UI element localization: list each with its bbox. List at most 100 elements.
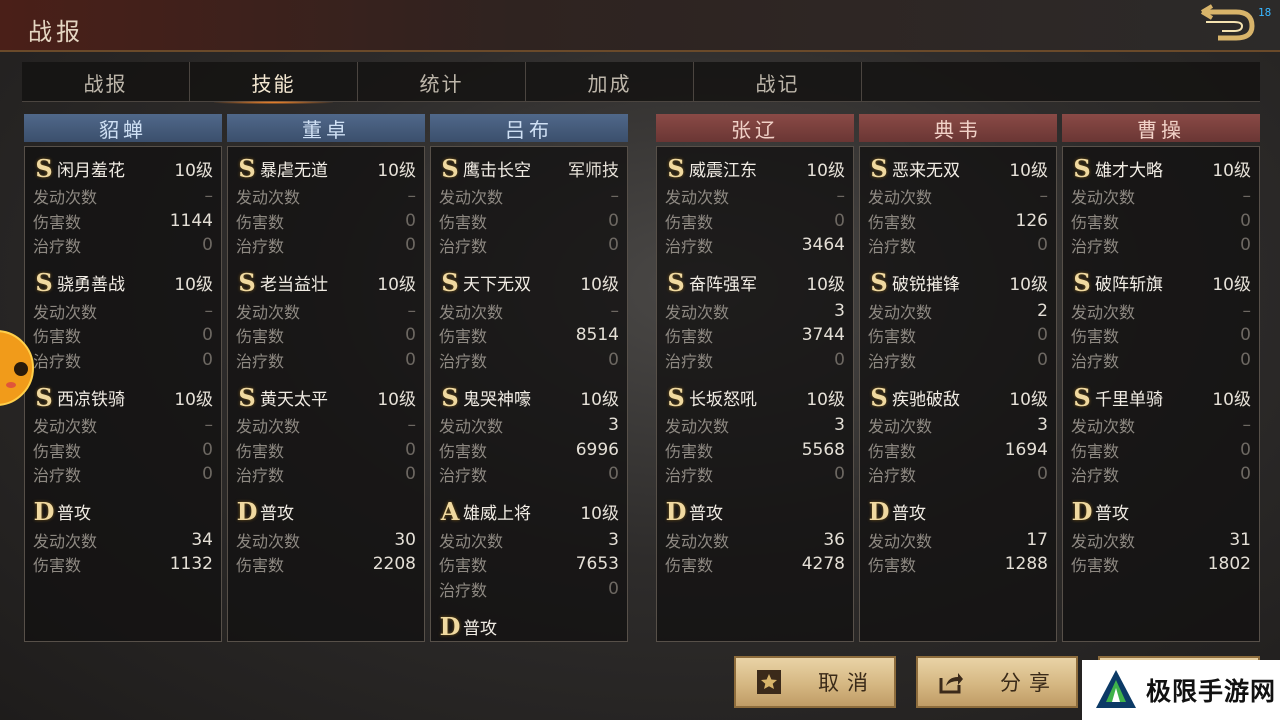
stat-label: 治疗数 (1071, 237, 1120, 257)
skill-header[interactable]: A 雄威上将 10级 (439, 497, 619, 527)
stat-row-damage: 伤害数 1802 (1071, 552, 1251, 577)
skill-header[interactable]: S 千里单骑 10级 (1071, 382, 1251, 412)
skill-header[interactable]: S 雄才大略 10级 (1071, 153, 1251, 183)
skill-name: 闲月羞花 (57, 160, 125, 181)
stat-value: – (1039, 186, 1049, 207)
stat-label: 发动次数 (1071, 188, 1136, 208)
tab-bonus[interactable]: 加成 (526, 62, 694, 102)
cancel-button[interactable]: 取消 (734, 656, 896, 708)
stat-row-count: 发动次数 3 (439, 528, 619, 553)
skill-grade-badge: S (441, 153, 459, 183)
stat-label: 发动次数 (1071, 417, 1136, 437)
skill-header[interactable]: S 长坂怒吼 10级 (665, 382, 845, 412)
skill-level: 10级 (377, 389, 416, 410)
stat-label: 发动次数 (1071, 531, 1136, 551)
stat-value: 1144 (169, 210, 213, 231)
stat-value: 0 (1240, 235, 1251, 256)
skill-header[interactable]: D 普攻 (1071, 497, 1251, 527)
stat-label: 治疗数 (665, 237, 714, 257)
stat-row-heal: 治疗数 0 (665, 348, 845, 373)
fps-counter: 18 (1258, 6, 1272, 19)
skill-header[interactable]: S 暴虐无道 10级 (236, 153, 416, 183)
skill-header[interactable]: S 闲月羞花 10级 (33, 153, 213, 183)
stat-value: – (610, 300, 620, 321)
stat-label: 治疗数 (236, 237, 285, 257)
stat-row-count: 发动次数 – (439, 299, 619, 324)
share-icon (936, 667, 966, 697)
stat-row-count: 发动次数 3 (665, 413, 845, 438)
general-column: 吕布 S 鹰击长空 军师技 发动次数 – 伤害数 0 治疗数 0 S 天下无双 10级 发动次数 – 伤害数 8… (430, 114, 628, 644)
skill-grade-badge: S (238, 153, 256, 183)
stat-label: 发动次数 (33, 302, 98, 322)
skill-name: 天下无双 (463, 275, 531, 295)
stat-row-count: 发动次数 – (439, 184, 619, 209)
stat-row-count: 发动次数 – (1071, 413, 1251, 438)
stat-label: 伤害数 (665, 556, 714, 576)
skill-header[interactable]: S 黄天太平 10级 (236, 382, 416, 412)
stat-value: 0 (608, 349, 619, 370)
stat-value: 0 (405, 349, 416, 370)
watermark-text: 极限手游网 (1146, 677, 1277, 706)
skill-header[interactable]: D 普攻 (33, 497, 213, 527)
stat-row-count: 发动次数 30 (236, 528, 416, 553)
stat-value: 7653 (575, 554, 619, 575)
skill-header[interactable]: D 普攻 (236, 497, 416, 527)
stat-value: 0 (1240, 349, 1251, 370)
tab-statistics[interactable]: 统计 (358, 62, 526, 102)
skill-header[interactable]: D 普攻 (665, 497, 845, 527)
skill-grade-badge: S (870, 268, 888, 297)
stat-value: 5568 (801, 439, 845, 460)
back-button[interactable] (1196, 4, 1258, 44)
skill-grade-badge: S (667, 382, 685, 412)
skill-list: S 鹰击长空 军师技 发动次数 – 伤害数 0 治疗数 0 S 天下无双 10级 发动次数 – 伤害数 851… (430, 146, 628, 642)
skill-header[interactable]: S 鬼哭神嚎 10级 (439, 382, 619, 412)
stat-row-count: 发动次数 31 (1071, 528, 1251, 553)
stat-label: 发动次数 (665, 531, 730, 551)
stat-label: 发动次数 (439, 302, 504, 322)
skill-header[interactable]: S 老当益壮 10级 (236, 268, 416, 298)
stat-label: 治疗数 (439, 237, 488, 257)
stat-label: 发动次数 (439, 188, 504, 208)
skill-name: 老当益壮 (260, 275, 328, 295)
tab-skills[interactable]: 技能 (190, 62, 358, 104)
skill-header[interactable]: S 鹰击长空 军师技 (439, 153, 619, 183)
stat-label: 伤害数 (868, 556, 917, 576)
stat-label: 伤害数 (236, 556, 285, 576)
stat-label: 伤害数 (33, 441, 82, 461)
tab-battle-log[interactable]: 战记 (694, 62, 862, 102)
skill-level: 10级 (1009, 160, 1048, 181)
stat-label: 伤害数 (868, 327, 917, 347)
stat-label: 治疗数 (868, 466, 917, 486)
stat-value: 126 (1015, 210, 1048, 231)
skill-header[interactable]: D 普攻 (868, 497, 1048, 527)
stat-label: 伤害数 (236, 212, 285, 232)
skill-header[interactable]: S 疾驰破敌 10级 (868, 382, 1048, 412)
stat-label: 治疗数 (439, 466, 488, 486)
general-column: 曹操 S 雄才大略 10级 发动次数 – 伤害数 0 治疗数 0 S 破阵斩旗 10级 发动次数 – 伤害数 0… (1062, 114, 1260, 644)
skill-header[interactable]: D 普攻 (439, 611, 619, 641)
skill-grade-badge: S (870, 153, 888, 183)
general-column: 张辽 S 威震江东 10级 发动次数 – 伤害数 0 治疗数 3464 S 奋阵强军 10级 发动次数 3 伤… (656, 114, 854, 644)
share-button[interactable]: 分享 (916, 656, 1078, 708)
skill-name: 普攻 (892, 504, 926, 524)
stat-value: 3 (608, 415, 619, 436)
stat-row-heal: 治疗数 0 (868, 462, 1048, 487)
skill-header[interactable]: S 破阵斩旗 10级 (1071, 268, 1251, 298)
skill-grade-badge: D (439, 611, 461, 641)
tab-report[interactable]: 战报 (22, 62, 190, 102)
cancel-label: 取消 (818, 671, 876, 695)
skill-header[interactable]: S 破锐摧锋 10级 (868, 268, 1048, 298)
skill-header[interactable]: S 恶来无双 10级 (868, 153, 1048, 183)
stat-label: 伤害数 (868, 212, 917, 232)
skill-name: 普攻 (689, 504, 723, 524)
stat-row-damage: 伤害数 1288 (868, 552, 1048, 577)
stat-value: 2208 (372, 554, 416, 575)
skill-header[interactable]: S 骁勇善战 10级 (33, 268, 213, 298)
skill-header[interactable]: S 西凉铁骑 10级 (33, 382, 213, 412)
stat-row-damage: 伤害数 3744 (665, 323, 845, 348)
skill-header[interactable]: S 奋阵强军 10级 (665, 268, 845, 298)
stat-label: 发动次数 (236, 188, 301, 208)
skill-header[interactable]: S 天下无双 10级 (439, 268, 619, 298)
stat-row-damage: 伤害数 0 (33, 438, 213, 463)
skill-header[interactable]: S 威震江东 10级 (665, 153, 845, 183)
